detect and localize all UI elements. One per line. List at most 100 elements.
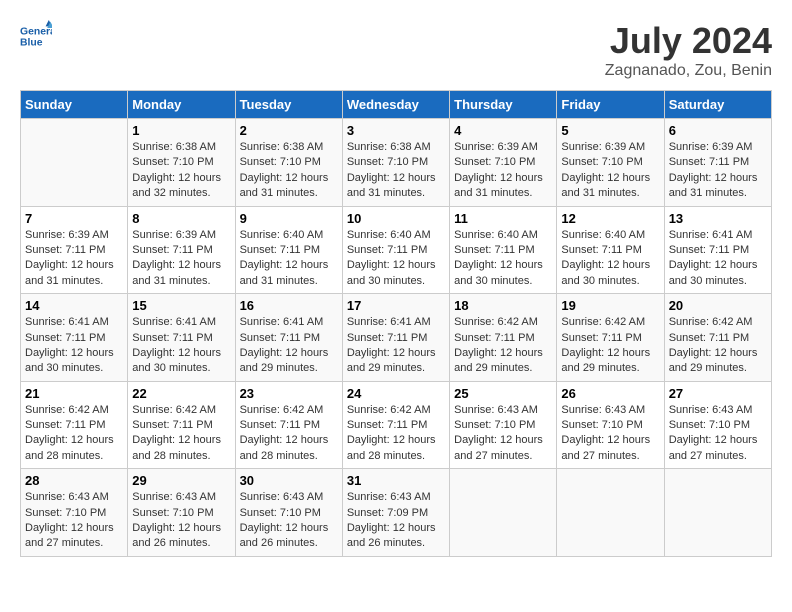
- sunrise: Sunrise: 6:40 AM: [347, 228, 445, 243]
- sunset: Sunset: 7:10 PM: [240, 506, 338, 521]
- sunset: Sunset: 7:11 PM: [454, 331, 552, 346]
- sunrise: Sunrise: 6:38 AM: [240, 140, 338, 155]
- day-info: Sunrise: 6:41 AM Sunset: 7:11 PM Dayligh…: [669, 228, 767, 290]
- sunset: Sunset: 7:11 PM: [25, 243, 123, 258]
- daylight: Daylight: 12 hours and 27 minutes.: [454, 433, 552, 464]
- logo-icon: General Blue: [20, 20, 52, 52]
- sunset: Sunset: 7:11 PM: [561, 243, 659, 258]
- sunset: Sunset: 7:11 PM: [347, 418, 445, 433]
- header-monday: Monday: [128, 91, 235, 119]
- calendar-cell: [557, 469, 664, 557]
- sunrise: Sunrise: 6:43 AM: [347, 490, 445, 505]
- calendar-table: Sunday Monday Tuesday Wednesday Thursday…: [20, 90, 772, 557]
- daylight: Daylight: 12 hours and 31 minutes.: [561, 171, 659, 202]
- sunset: Sunset: 7:10 PM: [347, 155, 445, 170]
- sunset: Sunset: 7:11 PM: [347, 243, 445, 258]
- sunrise: Sunrise: 6:40 AM: [561, 228, 659, 243]
- sunrise: Sunrise: 6:42 AM: [240, 403, 338, 418]
- sunrise: Sunrise: 6:39 AM: [454, 140, 552, 155]
- day-number: 16: [240, 298, 338, 313]
- sunrise: Sunrise: 6:43 AM: [132, 490, 230, 505]
- day-number: 22: [132, 386, 230, 401]
- daylight: Daylight: 12 hours and 31 minutes.: [25, 258, 123, 289]
- daylight: Daylight: 12 hours and 31 minutes.: [132, 258, 230, 289]
- calendar-cell: 18 Sunrise: 6:42 AM Sunset: 7:11 PM Dayl…: [450, 294, 557, 382]
- calendar-cell: 21 Sunrise: 6:42 AM Sunset: 7:11 PM Dayl…: [21, 381, 128, 469]
- day-number: 4: [454, 123, 552, 138]
- sunset: Sunset: 7:11 PM: [132, 418, 230, 433]
- day-info: Sunrise: 6:42 AM Sunset: 7:11 PM Dayligh…: [25, 403, 123, 465]
- day-number: 12: [561, 211, 659, 226]
- logo: General Blue General Blue: [20, 20, 52, 52]
- day-number: 26: [561, 386, 659, 401]
- sunrise: Sunrise: 6:38 AM: [132, 140, 230, 155]
- sunrise: Sunrise: 6:42 AM: [561, 315, 659, 330]
- calendar-cell: 2 Sunrise: 6:38 AM Sunset: 7:10 PM Dayli…: [235, 119, 342, 207]
- daylight: Daylight: 12 hours and 29 minutes.: [347, 346, 445, 377]
- calendar-cell: 22 Sunrise: 6:42 AM Sunset: 7:11 PM Dayl…: [128, 381, 235, 469]
- sunset: Sunset: 7:10 PM: [132, 506, 230, 521]
- calendar-cell: 14 Sunrise: 6:41 AM Sunset: 7:11 PM Dayl…: [21, 294, 128, 382]
- sunrise: Sunrise: 6:41 AM: [240, 315, 338, 330]
- calendar-week-row: 21 Sunrise: 6:42 AM Sunset: 7:11 PM Dayl…: [21, 381, 772, 469]
- daylight: Daylight: 12 hours and 28 minutes.: [347, 433, 445, 464]
- sunset: Sunset: 7:11 PM: [240, 243, 338, 258]
- day-info: Sunrise: 6:43 AM Sunset: 7:10 PM Dayligh…: [132, 490, 230, 552]
- calendar-cell: 1 Sunrise: 6:38 AM Sunset: 7:10 PM Dayli…: [128, 119, 235, 207]
- daylight: Daylight: 12 hours and 28 minutes.: [132, 433, 230, 464]
- day-info: Sunrise: 6:42 AM Sunset: 7:11 PM Dayligh…: [669, 315, 767, 377]
- day-info: Sunrise: 6:38 AM Sunset: 7:10 PM Dayligh…: [240, 140, 338, 202]
- day-info: Sunrise: 6:39 AM Sunset: 7:11 PM Dayligh…: [669, 140, 767, 202]
- sunset: Sunset: 7:11 PM: [240, 418, 338, 433]
- day-number: 6: [669, 123, 767, 138]
- daylight: Daylight: 12 hours and 30 minutes.: [561, 258, 659, 289]
- day-info: Sunrise: 6:40 AM Sunset: 7:11 PM Dayligh…: [347, 228, 445, 290]
- day-number: 7: [25, 211, 123, 226]
- calendar-cell: 19 Sunrise: 6:42 AM Sunset: 7:11 PM Dayl…: [557, 294, 664, 382]
- day-info: Sunrise: 6:40 AM Sunset: 7:11 PM Dayligh…: [454, 228, 552, 290]
- day-info: Sunrise: 6:41 AM Sunset: 7:11 PM Dayligh…: [25, 315, 123, 377]
- day-number: 31: [347, 473, 445, 488]
- day-number: 30: [240, 473, 338, 488]
- calendar-cell: 4 Sunrise: 6:39 AM Sunset: 7:10 PM Dayli…: [450, 119, 557, 207]
- day-number: 21: [25, 386, 123, 401]
- daylight: Daylight: 12 hours and 29 minutes.: [454, 346, 552, 377]
- day-info: Sunrise: 6:43 AM Sunset: 7:10 PM Dayligh…: [669, 403, 767, 465]
- calendar-cell: 7 Sunrise: 6:39 AM Sunset: 7:11 PM Dayli…: [21, 206, 128, 294]
- sunrise: Sunrise: 6:39 AM: [132, 228, 230, 243]
- daylight: Daylight: 12 hours and 29 minutes.: [240, 346, 338, 377]
- calendar-cell: 6 Sunrise: 6:39 AM Sunset: 7:11 PM Dayli…: [664, 119, 771, 207]
- sunset: Sunset: 7:11 PM: [347, 331, 445, 346]
- sunset: Sunset: 7:10 PM: [454, 418, 552, 433]
- day-info: Sunrise: 6:42 AM Sunset: 7:11 PM Dayligh…: [454, 315, 552, 377]
- day-info: Sunrise: 6:43 AM Sunset: 7:09 PM Dayligh…: [347, 490, 445, 552]
- calendar-cell: 26 Sunrise: 6:43 AM Sunset: 7:10 PM Dayl…: [557, 381, 664, 469]
- day-number: 29: [132, 473, 230, 488]
- daylight: Daylight: 12 hours and 28 minutes.: [25, 433, 123, 464]
- day-info: Sunrise: 6:42 AM Sunset: 7:11 PM Dayligh…: [132, 403, 230, 465]
- daylight: Daylight: 12 hours and 30 minutes.: [132, 346, 230, 377]
- daylight: Daylight: 12 hours and 31 minutes.: [240, 258, 338, 289]
- sunset: Sunset: 7:11 PM: [132, 331, 230, 346]
- daylight: Daylight: 12 hours and 26 minutes.: [132, 521, 230, 552]
- calendar-cell: 5 Sunrise: 6:39 AM Sunset: 7:10 PM Dayli…: [557, 119, 664, 207]
- day-number: 13: [669, 211, 767, 226]
- calendar-cell: [450, 469, 557, 557]
- day-number: 27: [669, 386, 767, 401]
- sunset: Sunset: 7:10 PM: [132, 155, 230, 170]
- day-number: 14: [25, 298, 123, 313]
- day-info: Sunrise: 6:41 AM Sunset: 7:11 PM Dayligh…: [240, 315, 338, 377]
- header-friday: Friday: [557, 91, 664, 119]
- calendar-cell: 16 Sunrise: 6:41 AM Sunset: 7:11 PM Dayl…: [235, 294, 342, 382]
- calendar-week-row: 1 Sunrise: 6:38 AM Sunset: 7:10 PM Dayli…: [21, 119, 772, 207]
- calendar-cell: [664, 469, 771, 557]
- daylight: Daylight: 12 hours and 26 minutes.: [347, 521, 445, 552]
- day-info: Sunrise: 6:39 AM Sunset: 7:10 PM Dayligh…: [561, 140, 659, 202]
- daylight: Daylight: 12 hours and 30 minutes.: [347, 258, 445, 289]
- calendar-header: Sunday Monday Tuesday Wednesday Thursday…: [21, 91, 772, 119]
- calendar-cell: 23 Sunrise: 6:42 AM Sunset: 7:11 PM Dayl…: [235, 381, 342, 469]
- sunrise: Sunrise: 6:40 AM: [454, 228, 552, 243]
- day-info: Sunrise: 6:40 AM Sunset: 7:11 PM Dayligh…: [240, 228, 338, 290]
- calendar-cell: 9 Sunrise: 6:40 AM Sunset: 7:11 PM Dayli…: [235, 206, 342, 294]
- day-number: 10: [347, 211, 445, 226]
